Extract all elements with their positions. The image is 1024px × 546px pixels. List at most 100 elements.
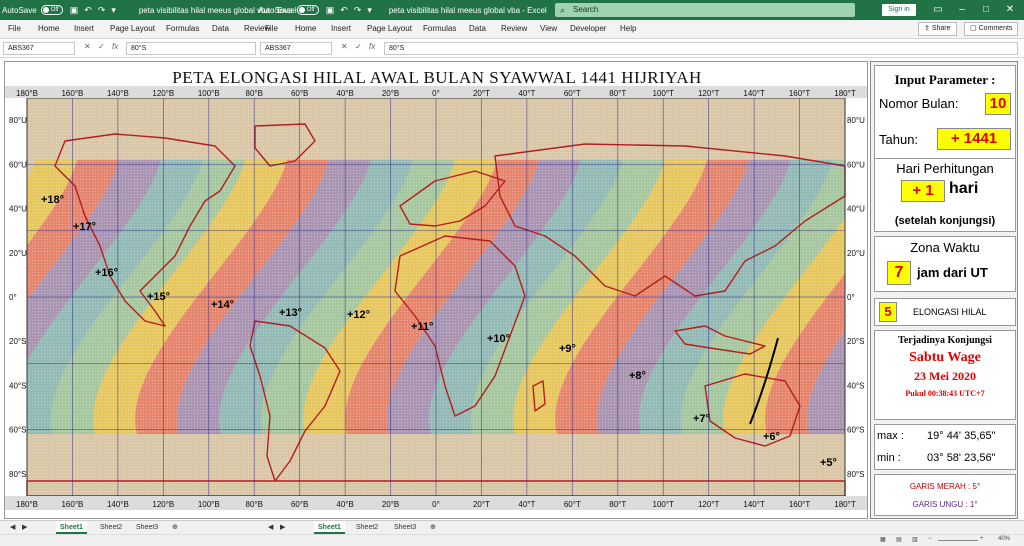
lon-tick-label-top: 60°B <box>291 89 308 98</box>
konjungsi-box: Terjadinya Konjungsi Sabtu Wage 23 Mei 2… <box>874 330 1016 420</box>
name-box-2[interactable]: ABS367 <box>260 42 332 55</box>
lat-tick-label-right: 60°S <box>847 426 864 435</box>
lon-tick-label-bottom: 180°T <box>834 500 856 509</box>
cancel-icon-2[interactable]: ✕ <box>341 42 348 51</box>
tab-formulas[interactable]: Formulas <box>166 24 199 33</box>
lon-tick-label-top: 40°T <box>518 89 535 98</box>
enter-icon-2[interactable]: ✓ <box>355 42 362 51</box>
lon-tick-label-top: 180°T <box>834 89 856 98</box>
function-icon[interactable]: fx <box>112 42 118 51</box>
tab-insert-2[interactable]: Insert <box>331 24 351 33</box>
elongasi-label: ELONGASI HILAL <box>913 307 987 317</box>
customize-qat-icon-2[interactable]: ▾ <box>367 5 372 16</box>
tahun-input[interactable]: + 1441 <box>937 128 1011 150</box>
tab-file-2[interactable]: File <box>265 24 278 33</box>
max-label: max : <box>877 430 904 442</box>
nomor-bulan-input[interactable]: 10 <box>985 93 1011 115</box>
sign-in-button[interactable]: Sign in <box>882 4 916 16</box>
add-sheet-icon-2[interactable]: ⊕ <box>426 521 440 534</box>
tab-formulas-2[interactable]: Formulas <box>423 24 456 33</box>
undo-icon-2[interactable]: ↶ <box>340 5 348 16</box>
lon-tick-label-top: 120°T <box>698 89 720 98</box>
lat-tick-label-left: 40°S <box>9 381 26 390</box>
worksheet[interactable]: PETA ELONGASI HILAL AWAL BULAN SYAWWAL 1… <box>0 59 1024 520</box>
sheet-tab-sheet3[interactable]: Sheet3 <box>132 521 162 534</box>
sheet-tab-sheet1[interactable]: Sheet1 <box>56 521 87 534</box>
hari-input[interactable]: + 1 <box>901 180 945 202</box>
lon-tick-label-bottom: 120°T <box>698 500 720 509</box>
hari-note: (setelah konjungsi) <box>874 212 1016 232</box>
page-layout-view-icon[interactable]: ▤ <box>896 536 902 543</box>
map-chart: PETA ELONGASI HILAL AWAL BULAN SYAWWAL 1… <box>4 61 868 519</box>
elongation-label: +18° <box>41 194 64 206</box>
tab-data-2[interactable]: Data <box>469 24 486 33</box>
sheet-tab-sheet1-2[interactable]: Sheet1 <box>314 521 345 534</box>
tab-developer[interactable]: Developer <box>570 24 606 33</box>
elongasi-input[interactable]: 5 <box>879 302 897 322</box>
formula-input[interactable]: 80°S <box>126 42 256 55</box>
autosave-label-2: AutoSave <box>258 5 293 15</box>
autosave-toggle-2[interactable]: Off <box>296 5 319 15</box>
zoom-level[interactable]: 40% <box>998 536 1010 542</box>
parameter-panel: Input Parameter : Nomor Bulan: 10 Tahun:… <box>870 61 1018 519</box>
zona-input[interactable]: 7 <box>887 261 911 285</box>
elongation-label: +16° <box>95 267 118 279</box>
lon-tick-label-bottom: 140°B <box>107 500 129 509</box>
save-icon-2[interactable]: ▣ <box>326 5 335 16</box>
sheet-tab-sheet2[interactable]: Sheet2 <box>96 521 126 534</box>
lon-tick-label-bottom: 120°B <box>152 500 174 509</box>
sheet-tab-sheet2-2[interactable]: Sheet2 <box>352 521 382 534</box>
title-bar-left: AutoSave Off ▣ ↶ ↷ ▾ peta visibilitas hi… <box>2 0 297 20</box>
tab-insert[interactable]: Insert <box>74 24 94 33</box>
redo-icon[interactable]: ↷ <box>98 5 106 16</box>
sheet-tab-sheet3-2[interactable]: Sheet3 <box>390 521 420 534</box>
konjungsi-time: Pukul 00:38:43 UTC+7 <box>905 389 985 398</box>
save-icon[interactable]: ▣ <box>70 5 79 16</box>
maximize-icon[interactable]: □ <box>974 0 998 20</box>
ribbon-display-icon[interactable]: ▭ <box>926 0 950 20</box>
zoom-in-icon[interactable]: + <box>980 536 984 542</box>
customize-qat-icon[interactable]: ▾ <box>111 5 116 16</box>
tab-home[interactable]: Home <box>38 24 59 33</box>
tab-view[interactable]: View <box>540 24 557 33</box>
share-label: Share <box>931 25 951 32</box>
add-sheet-icon[interactable]: ⊕ <box>168 521 182 534</box>
formula-input-2[interactable]: 80°S <box>384 42 1018 55</box>
sheet-scroll-right-icon[interactable]: ▶ <box>18 521 31 534</box>
comments-button[interactable]: ▢ Comments <box>964 22 1019 36</box>
zoom-out-icon[interactable]: − <box>928 536 932 542</box>
page-break-view-icon[interactable]: ▥ <box>912 536 918 543</box>
elongation-map: 180°B 180°B 160°B 160°B 140°B 140°B 120°B 120°B… <box>5 86 867 510</box>
function-icon-2[interactable]: fx <box>369 42 375 51</box>
share-button[interactable]: ⇪ Share <box>918 22 957 36</box>
tab-page-layout[interactable]: Page Layout <box>110 24 155 33</box>
tab-home-2[interactable]: Home <box>295 24 316 33</box>
sheet-scroll-right-icon-2[interactable]: ▶ <box>276 521 289 534</box>
name-box[interactable]: ABS367 <box>3 42 75 55</box>
cancel-icon[interactable]: ✕ <box>84 42 91 51</box>
tab-data[interactable]: Data <box>212 24 229 33</box>
minimize-icon[interactable]: – <box>950 0 974 20</box>
search-box[interactable]: ⌕ Search <box>555 3 855 17</box>
autosave-toggle[interactable]: Off <box>40 5 63 15</box>
normal-view-icon[interactable]: ▦ <box>880 536 886 543</box>
tab-review-2[interactable]: Review <box>501 24 527 33</box>
lon-tick-label-top: 20°T <box>473 89 490 98</box>
input-box: Input Parameter : Nomor Bulan: 10 Tahun:… <box>874 65 1016 215</box>
tab-file[interactable]: File <box>8 24 21 33</box>
zoom-slider[interactable] <box>938 540 978 541</box>
lat-tick-label-left: 40°U <box>9 205 27 214</box>
elongation-label: +13° <box>279 307 302 319</box>
hari-header: Hari Perhitungan <box>896 161 994 176</box>
tab-page-layout-2[interactable]: Page Layout <box>367 24 412 33</box>
lat-tick-label-right: 80°U <box>847 116 865 125</box>
undo-icon[interactable]: ↶ <box>84 5 92 16</box>
close-icon[interactable]: ✕ <box>998 0 1022 20</box>
comments-label: Comments <box>978 25 1013 32</box>
lon-tick-label-bottom: 40°T <box>518 500 535 509</box>
tab-help[interactable]: Help <box>620 24 636 33</box>
enter-icon[interactable]: ✓ <box>98 42 105 51</box>
lat-tick-label-right: 0° <box>847 293 855 302</box>
elongation-label: +6° <box>763 431 780 443</box>
redo-icon-2[interactable]: ↷ <box>354 5 362 16</box>
